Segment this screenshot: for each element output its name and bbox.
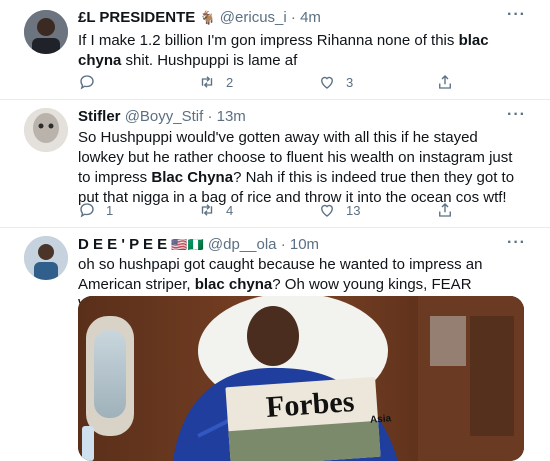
tweet-header: Stifler @Boyy_Stif · 13m (78, 107, 246, 127)
tweet-1[interactable]: £L PRESIDENTE 🐐 @ericus_i · 4m ··· If I … (0, 0, 550, 100)
jet-cabin-photo (78, 296, 524, 461)
tweet-header: D E E ' P E E 🇺🇸🇳🇬 @dp__ola · 10m (78, 235, 319, 255)
magazine-subtitle: Asia (369, 413, 392, 426)
tweet-3[interactable]: D E E ' P E E 🇺🇸🇳🇬 @dp__ola · 10m ··· oh… (0, 228, 550, 461)
share-button[interactable] (436, 200, 454, 220)
tweet-photo[interactable]: Forbes Asia (78, 296, 524, 461)
separator-dot: · (290, 9, 296, 26)
like-button[interactable]: 3 (318, 72, 353, 92)
reply-count: 1 (106, 202, 114, 218)
like-button[interactable]: 13 (318, 200, 360, 220)
like-icon (321, 76, 333, 89)
action-bar: 1 4 13 (78, 200, 478, 220)
retweet-button[interactable]: 4 (198, 200, 233, 220)
tweet-header: £L PRESIDENTE 🐐 @ericus_i · 4m (78, 8, 321, 28)
timestamp[interactable]: 13m (217, 108, 246, 125)
name-emoji: 🐐 (199, 10, 216, 25)
retweet-button[interactable]: 2 (198, 72, 233, 92)
separator-dot: · (280, 236, 286, 253)
more-icon[interactable]: ··· (507, 6, 526, 24)
action-bar: 2 3 (78, 72, 478, 92)
highlighted-term: Blac Chyna (151, 169, 234, 186)
more-icon[interactable]: ··· (507, 234, 526, 252)
share-button[interactable] (436, 72, 454, 92)
tweet-2[interactable]: Stifler @Boyy_Stif · 13m ··· So Hushpupp… (0, 100, 550, 228)
user-handle[interactable]: @Boyy_Stif (125, 108, 204, 125)
timestamp[interactable]: 10m (290, 236, 319, 253)
tweet-text: So Hushpuppi would've gotten away with a… (78, 129, 515, 206)
display-name[interactable]: D E E ' P E E (78, 236, 167, 253)
retweet-icon (201, 204, 213, 216)
reply-icon (80, 203, 94, 218)
retweet-count: 4 (226, 202, 234, 218)
timestamp[interactable]: 4m (300, 9, 321, 26)
avatar[interactable] (24, 108, 68, 152)
reply-button[interactable]: 1 (78, 200, 113, 220)
like-icon (321, 204, 333, 217)
user-handle[interactable]: @dp__ola (208, 236, 277, 253)
reply-icon (80, 75, 94, 90)
like-count: 13 (346, 202, 361, 218)
like-count: 3 (346, 74, 354, 90)
display-name[interactable]: £L PRESIDENTE (78, 9, 195, 26)
avatar[interactable] (24, 10, 68, 54)
highlighted-term: blac chyna (194, 276, 273, 293)
separator-dot: · (207, 108, 213, 125)
display-name[interactable]: Stifler (78, 108, 121, 125)
user-handle[interactable]: @ericus_i (220, 9, 287, 26)
share-icon (439, 203, 451, 217)
magazine-title: Forbes (264, 384, 356, 425)
more-icon[interactable]: ··· (507, 106, 526, 124)
avatar[interactable] (24, 236, 68, 280)
reply-button[interactable] (78, 72, 106, 92)
share-icon (439, 75, 451, 89)
tweet-text: If I make 1.2 billion I'm gon impress Ri… (78, 32, 489, 69)
retweet-icon (201, 76, 213, 88)
name-emoji: 🇺🇸🇳🇬 (171, 237, 204, 252)
retweet-count: 2 (226, 74, 234, 90)
